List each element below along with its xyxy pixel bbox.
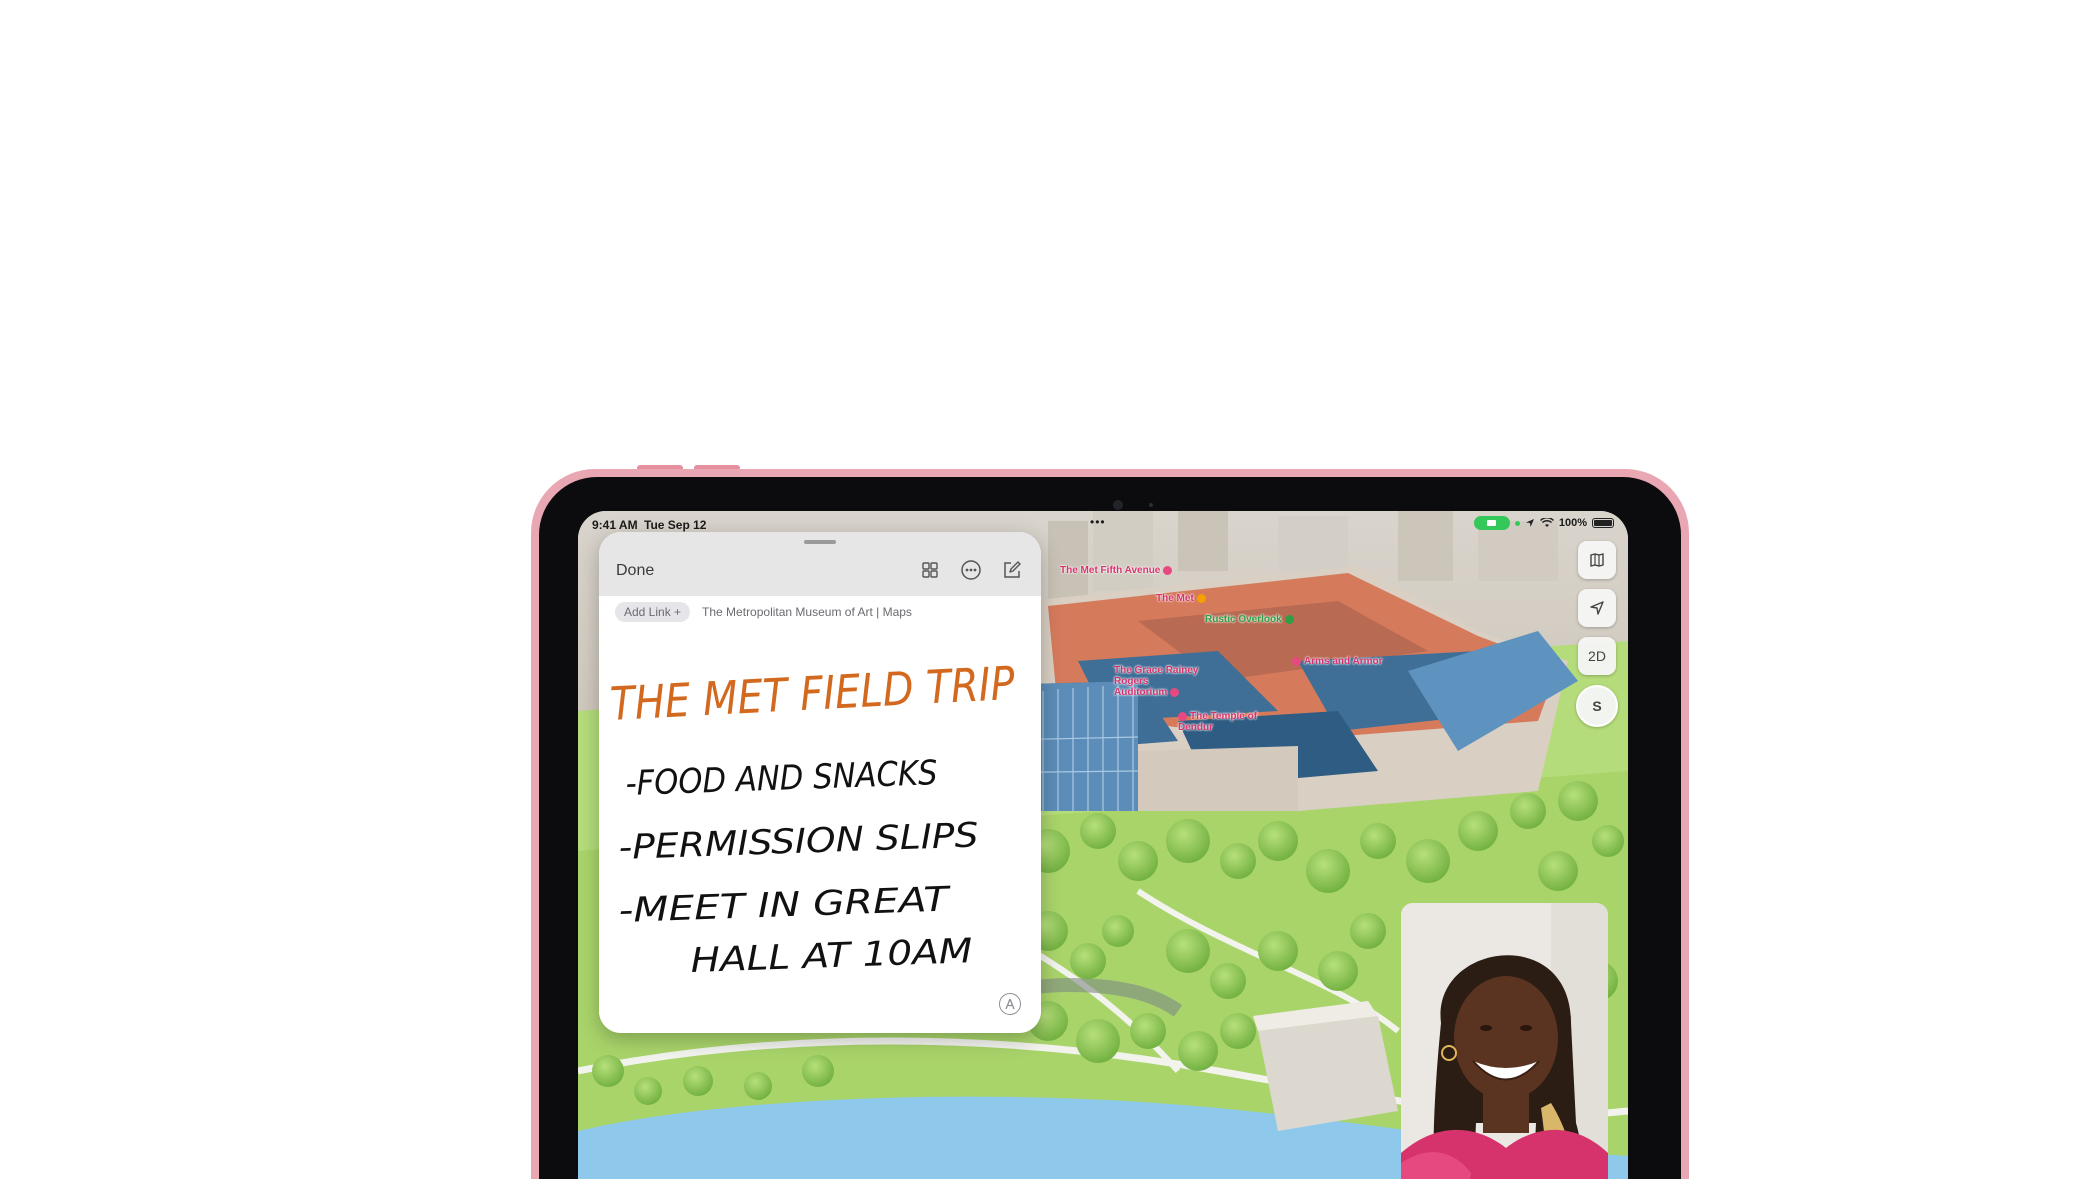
keynote-slide: The Met Fifth Avenue The Met Rustic Over… [0, 0, 2096, 1179]
museum-pin-icon [1196, 593, 1206, 603]
ambient-sensor [1149, 503, 1153, 507]
poi-label: The Met [1156, 593, 1194, 604]
handwritten-title: THE MET FIELD TRIP [609, 656, 1016, 731]
compass-button[interactable]: S [1576, 685, 1618, 727]
battery-percent: 100% [1558, 517, 1587, 529]
status-bar: 9:41 AM Tue Sep 12 ••• 100% [578, 511, 1628, 537]
ipad-screen: The Met Fifth Avenue The Met Rustic Over… [578, 511, 1628, 1179]
poi-temple-of-dendur[interactable]: The Temple of Dendur [1178, 711, 1288, 733]
poi-the-met[interactable]: The Met [1156, 593, 1206, 604]
map-mode-button[interactable] [1578, 541, 1616, 579]
quick-note-panel[interactable]: Done Add Link + The Metropolitan Museum … [599, 532, 1041, 1033]
status-right: 100% [1473, 516, 1614, 530]
front-camera [1113, 500, 1123, 510]
markup-button[interactable] [999, 993, 1021, 1015]
poi-the-met-fifth-avenue[interactable]: The Met Fifth Avenue [1060, 565, 1173, 576]
status-date: Tue Sep 12 [644, 518, 707, 532]
museum-pin-icon [1170, 687, 1180, 697]
poi-label: The Temple of Dendur [1178, 711, 1258, 733]
wifi-icon [1539, 518, 1554, 527]
compass-icon: S [1592, 698, 1602, 714]
handwritten-item-4: HALL AT 10AM [690, 931, 973, 981]
battery-icon [1592, 518, 1614, 528]
locate-me-button[interactable] [1578, 589, 1616, 627]
museum-pin-icon [1163, 565, 1173, 575]
park-pin-icon [1284, 614, 1294, 624]
museum-pin-icon [1178, 711, 1187, 721]
markup-icon [1005, 998, 1015, 1010]
poi-rustic-overlook[interactable]: Rustic Overlook [1205, 614, 1294, 625]
poi-grace-rainey-rogers-auditorium[interactable]: The Grace Rainey Rogers Auditorium [1114, 665, 1204, 698]
handwritten-item-1: -FOOD AND SNACKS [625, 753, 938, 804]
poi-label: Arms and Armor [1304, 656, 1383, 667]
poi-label: The Met Fifth Avenue [1060, 565, 1161, 576]
location-arrow-icon [1525, 519, 1534, 527]
poi-arms-and-armor[interactable]: Arms and Armor [1292, 656, 1383, 667]
facetime-pip-window[interactable] [1401, 903, 1608, 1179]
location-arrow-icon [1590, 601, 1604, 615]
handwriting-layer: THE MET FIELD TRIP -FOOD AND SNACKS -PER… [609, 656, 1016, 981]
handwritten-item-3: -MEET IN GREAT [618, 879, 952, 931]
facetime-video-feed [1401, 903, 1608, 1179]
status-time: 9:41 AM [592, 518, 638, 532]
map-controls: 2D S [1576, 541, 1618, 727]
recording-dot-icon [1514, 520, 1520, 526]
camera-indicator-icon[interactable] [1473, 516, 1510, 530]
ipad-device: The Met Fifth Avenue The Met Rustic Over… [531, 469, 1689, 1179]
view-2d-3d-toggle[interactable]: 2D [1578, 637, 1616, 675]
poi-label: The Grace Rainey Rogers Auditorium [1114, 665, 1199, 698]
map-icon [1590, 553, 1604, 567]
handwritten-item-2: -PERMISSION SLIPS [618, 815, 979, 868]
poi-label: Rustic Overlook [1205, 614, 1282, 625]
multitask-dots[interactable]: ••• [1090, 515, 1106, 529]
museum-pin-icon [1292, 656, 1301, 666]
